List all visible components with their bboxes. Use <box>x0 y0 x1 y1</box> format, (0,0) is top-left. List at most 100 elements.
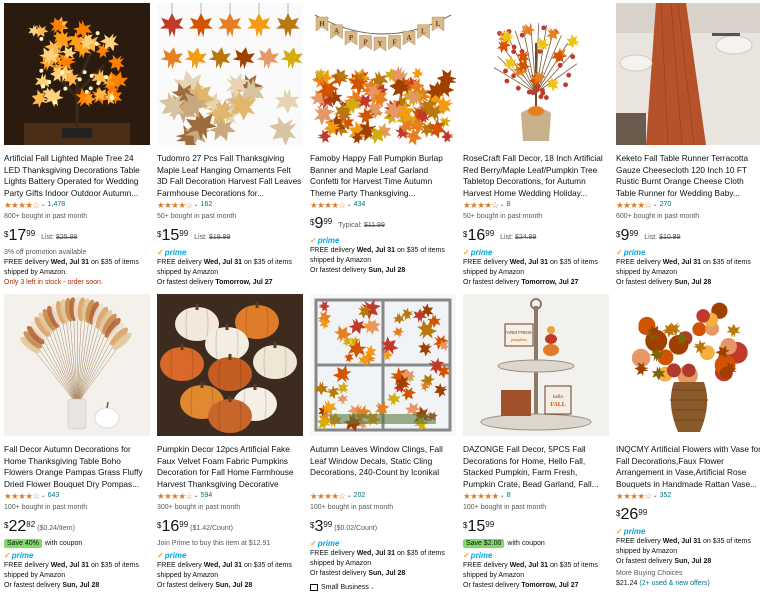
star-rating[interactable]: ★★★★☆ <box>463 200 499 210</box>
fastest-prefix: Or fastest delivery <box>157 582 216 590</box>
unit-price: ($0.02/Count) <box>334 525 378 532</box>
chevron-down-icon[interactable]: ⌄ <box>500 491 505 501</box>
prime-badge: ✓prime <box>157 248 303 258</box>
chevron-down-icon[interactable]: ⌄ <box>347 200 352 210</box>
product-title[interactable]: Pumpkin Decor 12pcs Artificial Fake Faux… <box>157 444 303 490</box>
fastest-delivery: Or fastest delivery Tomorrow, Jul 27 <box>157 278 303 288</box>
product-title[interactable]: INQCMY Artificial Flowers with Vase for … <box>616 444 760 490</box>
product-image-picture <box>616 294 760 436</box>
price-row: $ 9 99 List: $10.99 <box>616 228 760 246</box>
rating-row: ★★★★☆ ⌄ 1,478 <box>4 200 150 210</box>
price-row: $ 22 82 ($0.24/Item) <box>4 519 150 537</box>
coupon-row[interactable]: Save 40% with coupon <box>4 538 150 549</box>
product-image[interactable] <box>616 3 760 145</box>
review-count-link[interactable]: 594 <box>201 491 213 501</box>
delivery-date: Wed, Jul 31 <box>203 259 243 266</box>
product-price[interactable]: $ 16 99 <box>463 228 494 244</box>
chevron-down-icon[interactable]: ⌄ <box>653 200 658 210</box>
product-image-picture <box>310 294 456 436</box>
product-title[interactable]: Autumn Leaves Window Clings, Fall Leaf W… <box>310 444 456 490</box>
prime-badge: ✓prime <box>463 248 609 258</box>
chevron-down-icon[interactable]: ⌄ <box>370 583 375 593</box>
product-title[interactable]: Keketo Fall Table Runner Terracotta Gauz… <box>616 153 760 199</box>
product-title[interactable]: Fall Decor Autumn Decorations for Home T… <box>4 444 150 490</box>
chevron-down-icon[interactable]: ⌄ <box>194 200 199 210</box>
product-card: Pumpkin Decor 12pcs Artificial Fake Faux… <box>157 294 303 592</box>
review-count-link[interactable]: 162 <box>201 200 213 210</box>
price-whole: 16 <box>467 227 486 244</box>
fastest-date: Tomorrow, Jul 27 <box>215 279 273 287</box>
price-whole: 3 <box>314 518 324 535</box>
prime-badge: ✓prime <box>616 527 760 537</box>
chevron-down-icon[interactable]: ⌄ <box>347 491 352 501</box>
product-price[interactable]: $ 15 99 <box>463 519 494 535</box>
price-fraction: 99 <box>638 508 648 517</box>
product-image[interactable] <box>157 3 303 145</box>
star-rating[interactable]: ★★★★☆ <box>4 200 40 210</box>
product-price[interactable]: $ 16 99 <box>157 519 188 535</box>
product-title[interactable]: Artificial Fall Lighted Maple Tree 24 LE… <box>4 153 150 199</box>
product-image[interactable] <box>616 294 760 436</box>
unit-price: ($1.42/Count) <box>190 525 233 532</box>
delivery-info: FREE delivery Wed, Jul 31 on $35 of item… <box>463 561 609 581</box>
product-title[interactable]: Tudomro 27 Pcs Fall Thanksgiving Maple L… <box>157 153 303 199</box>
review-count-link[interactable]: 8 <box>507 491 511 501</box>
price-row: $ 17 99 List: $25.99 <box>4 228 150 246</box>
product-image[interactable] <box>4 3 150 145</box>
small-business-badge[interactable]: Small Business ⌄ <box>310 583 456 593</box>
product-image[interactable] <box>157 294 303 436</box>
rating-row: ★★★★☆ ⌄ 162 <box>157 200 303 210</box>
chevron-down-icon[interactable]: ⌄ <box>500 200 505 210</box>
coupon-row[interactable]: Save $2.00 with coupon <box>463 538 609 549</box>
star-rating[interactable]: ★★★★☆ <box>157 200 193 210</box>
more-offers-link[interactable]: (2+ used & new offers) <box>639 580 710 587</box>
star-rating[interactable]: ★★★★☆ <box>4 491 40 501</box>
star-rating[interactable]: ★★★★☆ <box>310 200 346 210</box>
product-image[interactable] <box>310 294 456 436</box>
star-rating[interactable]: ★★★★★ <box>463 491 499 501</box>
review-count-link[interactable]: 202 <box>354 491 366 501</box>
product-image[interactable] <box>4 294 150 436</box>
review-count-link[interactable]: 1,478 <box>48 200 66 210</box>
prime-label: prime <box>470 551 493 560</box>
coupon-badge[interactable]: Save $2.00 <box>463 539 505 548</box>
product-image-picture <box>4 3 150 145</box>
coupon-badge[interactable]: Save 40% <box>4 539 42 548</box>
product-price[interactable]: $ 15 99 <box>157 228 188 244</box>
review-count-link[interactable]: 270 <box>660 200 672 210</box>
delivery-date: Wed, Jul 31 <box>662 538 702 545</box>
product-title[interactable]: DAZONGE Fall Decor, 5PCS Fall Decoration… <box>463 444 609 490</box>
prime-label: prime <box>470 248 493 257</box>
fastest-prefix: Or fastest delivery <box>310 267 369 275</box>
product-image[interactable] <box>463 3 609 145</box>
review-count-link[interactable]: 352 <box>660 491 672 501</box>
star-rating[interactable]: ★★★★☆ <box>616 491 652 501</box>
review-count-link[interactable]: 8 <box>507 200 511 210</box>
star-rating[interactable]: ★★★★☆ <box>157 491 193 501</box>
product-title[interactable]: Famoby Happy Fall Pumpkin Burlap Banner … <box>310 153 456 199</box>
product-title[interactable]: RoseCraft Fall Decor, 18 Inch Artificial… <box>463 153 609 199</box>
delivery-date: Wed, Jul 31 <box>509 259 549 266</box>
product-price[interactable]: $ 26 99 <box>616 507 647 523</box>
svg-text:A: A <box>406 34 411 42</box>
price-row: $ 9 99 Typical: $11.99 <box>310 216 456 234</box>
product-price[interactable]: $ 22 82 <box>4 519 35 535</box>
product-image[interactable]: H A P P Y F A L L <box>310 3 456 145</box>
product-price[interactable]: $ 3 99 <box>310 519 332 535</box>
chevron-down-icon[interactable]: ⌄ <box>41 200 46 210</box>
product-price[interactable]: $ 17 99 <box>4 228 35 244</box>
chevron-down-icon[interactable]: ⌄ <box>653 491 658 501</box>
fastest-date: Sun, Jul 28 <box>674 279 712 287</box>
review-count-link[interactable]: 643 <box>48 491 60 501</box>
star-rating[interactable]: ★★★★☆ <box>310 491 346 501</box>
chevron-down-icon[interactable]: ⌄ <box>194 491 199 501</box>
product-price[interactable]: $ 9 99 <box>310 216 332 232</box>
product-price[interactable]: $ 9 99 <box>616 228 638 244</box>
rating-row: ★★★★☆ ⌄ 643 <box>4 491 150 501</box>
star-rating[interactable]: ★★★★☆ <box>616 200 652 210</box>
fastest-delivery: Or fastest delivery Sun, Jul 28 <box>4 581 150 591</box>
product-image[interactable]: FARM FRESH pumpkins hello FALL <box>463 294 609 436</box>
chevron-down-icon[interactable]: ⌄ <box>41 491 46 501</box>
prime-label: prime <box>164 551 187 560</box>
review-count-link[interactable]: 434 <box>354 200 366 210</box>
